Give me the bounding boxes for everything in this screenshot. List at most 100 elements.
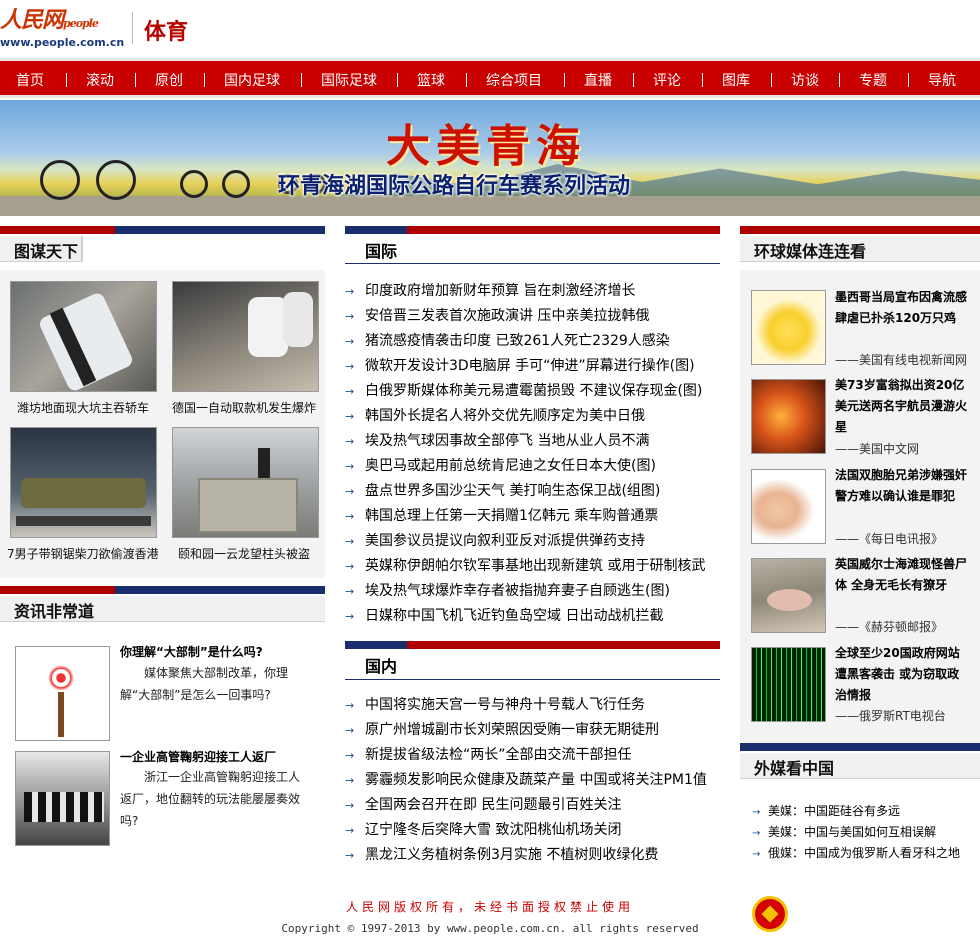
news-link[interactable]: 印度政府增加新财年预算 旨在刺激经济增长	[365, 283, 635, 299]
photo-caption[interactable]: 7男子带钢锯柴刀欲偷渡香港	[7, 545, 159, 562]
news-item[interactable]: → 英媒称伊朗帕尔钦军事基地出现新建筑 或用于研制核武	[345, 554, 705, 579]
news-link[interactable]: 微软开发设计3D电脑屏 手可“伸进”屏幕进行操作(图)	[365, 358, 695, 374]
section-title[interactable]: 体育	[144, 14, 188, 46]
photo-caption[interactable]: 颐和园一云龙望柱头被盗	[178, 545, 310, 562]
news-link[interactable]: 韩国总理上任第一天捐赠1亿韩元 乘车购普通票	[365, 508, 658, 524]
news-link[interactable]: 埃及热气球爆炸幸存者被指抛弃妻子自顾逃生(图)	[365, 583, 670, 599]
news-link[interactable]: 美媒：中国与美国如何互相误解	[768, 825, 936, 839]
photo-atm-explosion[interactable]	[172, 281, 319, 392]
photo-sinkhole[interactable]	[10, 281, 157, 392]
nav-item[interactable]: 国内足球	[224, 70, 280, 90]
media-thumb-hacker[interactable]	[751, 647, 826, 722]
nav-item[interactable]: 国际足球	[321, 70, 377, 90]
media-title[interactable]: 英国威尔士海滩现怪兽尸体 全身无毛长有獠牙	[835, 554, 970, 596]
guoji-heading[interactable]: 国际	[365, 238, 397, 262]
nav-item[interactable]: 综合项目	[486, 70, 542, 90]
news-link[interactable]: 英媒称伊朗帕尔钦军事基地出现新建筑 或用于研制核武	[365, 558, 705, 574]
photo-summer-palace[interactable]	[172, 427, 319, 538]
arrow-bullet-icon: →	[345, 285, 355, 298]
footer-copyright-cn: 人民网版权所有，未经书面授权禁止使用	[345, 900, 634, 914]
news-link[interactable]: 雾霾频发影响民众健康及蔬菜产量 中国或将关注PM1值	[365, 772, 707, 788]
nav-separator	[908, 73, 909, 87]
tumou-heading[interactable]: 图谋天下	[0, 236, 83, 262]
zixun-bowing-image[interactable]	[15, 751, 110, 846]
news-item[interactable]: → 微软开发设计3D电脑屏 手可“伸进”屏幕进行操作(图)	[345, 354, 705, 379]
nav-item[interactable]: 原创	[155, 70, 183, 90]
news-item[interactable]: → 原广州增城副市长刘荣照因受贿一审获无期徒刑	[345, 718, 707, 743]
nav-item[interactable]: 导航	[928, 70, 956, 90]
news-item[interactable]: → 中国将实施天宫一号与神舟十号载人飞行任务	[345, 693, 707, 718]
zixun-heading[interactable]: 资讯非常道	[0, 596, 325, 622]
media-title[interactable]: 墨西哥当局宣布因禽流感肆虐已扑杀120万只鸡	[835, 287, 970, 329]
people-logo[interactable]: 人民网people www.people.com.cn	[0, 8, 128, 50]
nav-item[interactable]: 直播	[584, 70, 612, 90]
news-item[interactable]: → 雾霾频发影响民众健康及蔬菜产量 中国或将关注PM1值	[345, 768, 707, 793]
guonei-heading[interactable]: 国内	[365, 653, 397, 677]
zixun-title[interactable]: 一企业高管鞠躬迎接工人返厂	[120, 748, 276, 765]
nav-item[interactable]: 评论	[653, 70, 681, 90]
news-item[interactable]: → 埃及热气球爆炸幸存者被指抛弃妻子自顾逃生(图)	[345, 579, 705, 604]
news-item[interactable]: → 安倍晋三发表首次施政演讲 压中亲美拉拢韩俄	[345, 304, 705, 329]
news-link[interactable]: 全国两会召开在即 民生问题最引百姓关注	[365, 797, 621, 813]
news-item[interactable]: → 美媒：中国距硅谷有多远	[752, 801, 960, 822]
nav-item[interactable]: 滚动	[86, 70, 114, 90]
news-item[interactable]: → 印度政府增加新财年预算 旨在刺激经济增长	[345, 279, 705, 304]
news-item[interactable]: → 美媒：中国与美国如何互相误解	[752, 822, 960, 843]
news-link[interactable]: 中国将实施天宫一号与神舟十号载人飞行任务	[365, 697, 645, 713]
nav-item[interactable]: 访谈	[791, 70, 819, 90]
news-link[interactable]: 安倍晋三发表首次施政演讲 压中亲美拉拢韩俄	[365, 308, 649, 324]
nav-separator	[839, 73, 840, 87]
news-item[interactable]: → 盘点世界多国沙尘天气 美打响生态保卫战(组图)	[345, 479, 705, 504]
news-item[interactable]: → 韩国外长提名人将外交优先顺序定为美中日俄	[345, 404, 705, 429]
news-item[interactable]: → 韩国总理上任第一天捐赠1亿韩元 乘车购普通票	[345, 504, 705, 529]
header-divider	[132, 12, 133, 44]
news-link[interactable]: 盘点世界多国沙尘天气 美打响生态保卫战(组图)	[365, 483, 660, 499]
news-link[interactable]: 美国参议员提议向叙利亚反对派提供弹药支持	[365, 533, 645, 549]
news-item[interactable]: → 辽宁隆冬后突降大雪 致沈阳桃仙机场关闭	[345, 818, 707, 843]
zixun-title[interactable]: 你理解“大部制”是什么吗?	[120, 643, 263, 660]
nav-item[interactable]: 首页	[16, 70, 44, 90]
media-thumb-beach-creature[interactable]	[751, 558, 826, 633]
police-badge-icon[interactable]	[752, 896, 788, 932]
news-item[interactable]: → 新提拔省级法检“两长”全部由交流干部担任	[345, 743, 707, 768]
media-thumb-chick[interactable]	[751, 290, 826, 365]
news-link[interactable]: 埃及热气球因事故全部停飞 当地从业人员不满	[365, 433, 649, 449]
news-link[interactable]: 俄媒：中国成为俄罗斯人看牙科之地	[768, 846, 960, 860]
news-link[interactable]: 辽宁隆冬后突降大雪 致沈阳桃仙机场关闭	[365, 822, 621, 838]
news-link[interactable]: 美媒：中国距硅谷有多远	[768, 804, 900, 818]
media-thumb-mars[interactable]	[751, 379, 826, 454]
photo-caption[interactable]: 潍坊地面现大坑主吞轿车	[17, 399, 149, 416]
news-item[interactable]: → 日媒称中国飞机飞近钓鱼岛空域 日出动战机拦截	[345, 604, 705, 629]
news-item[interactable]: → 黑龙江义务植树条例3月实施 不植树则收绿化费	[345, 843, 707, 868]
news-link[interactable]: 新提拔省级法检“两长”全部由交流干部担任	[365, 747, 632, 763]
news-link[interactable]: 黑龙江义务植树条例3月实施 不植树则收绿化费	[365, 847, 658, 863]
news-item[interactable]: → 俄媒：中国成为俄罗斯人看牙科之地	[752, 843, 960, 864]
media-title[interactable]: 法国双胞胎兄弟涉嫌强奸 警方难以确认谁是罪犯	[835, 465, 970, 507]
zixun-cartoon-image[interactable]	[15, 646, 110, 741]
news-link[interactable]: 原广州增城副市长刘荣照因受贿一审获无期徒刑	[365, 722, 659, 738]
news-link[interactable]: 白俄罗斯媒体称美元易遭霉菌损毁 不建议保存现金(图)	[365, 383, 702, 399]
news-link[interactable]: 奥巴马或起用前总统肯尼迪之女任日本大使(图)	[365, 458, 656, 474]
media-thumb-twins[interactable]	[751, 469, 826, 544]
news-link[interactable]: 猪流感疫情袭击印度 已致261人死亡2329人感染	[365, 333, 670, 349]
banner-ad[interactable]: 大美青海 环青海湖国际公路自行车赛系列活动	[0, 100, 980, 216]
waimei-heading[interactable]: 外媒看中国	[740, 753, 980, 779]
media-heading[interactable]: 环球媒体连连看	[740, 236, 980, 262]
news-link[interactable]: 韩国外长提名人将外交优先顺序定为美中日俄	[365, 408, 645, 424]
news-item[interactable]: → 白俄罗斯媒体称美元易遭霉菌损毁 不建议保存现金(图)	[345, 379, 705, 404]
news-item[interactable]: → 奥巴马或起用前总统肯尼迪之女任日本大使(图)	[345, 454, 705, 479]
arrow-bullet-icon: →	[345, 360, 355, 373]
nav-item[interactable]: 篮球	[417, 70, 445, 90]
photo-caption[interactable]: 德国一自动取款机发生爆炸	[172, 399, 316, 416]
nav-item[interactable]: 专题	[859, 70, 887, 90]
news-item[interactable]: → 埃及热气球因事故全部停飞 当地从业人员不满	[345, 429, 705, 454]
news-link[interactable]: 日媒称中国飞机飞近钓鱼岛空域 日出动战机拦截	[365, 608, 663, 624]
zixun-summary: 浙江一企业高管鞠躬迎接工人返厂，地位翻转的玩法能屡屡奏效吗?	[120, 770, 301, 828]
photo-smugglers[interactable]	[10, 427, 157, 538]
nav-item[interactable]: 图库	[722, 70, 750, 90]
media-title[interactable]: 全球至少20国政府网站遭黑客袭击 或为窃取政治情报	[835, 643, 970, 706]
media-title[interactable]: 美73岁富翁拟出资20亿美元送两名宇航员漫游火星	[835, 375, 970, 438]
news-item[interactable]: → 全国两会召开在即 民生问题最引百姓关注	[345, 793, 707, 818]
news-item[interactable]: → 美国参议员提议向叙利亚反对派提供弹药支持	[345, 529, 705, 554]
news-item[interactable]: → 猪流感疫情袭击印度 已致261人死亡2329人感染	[345, 329, 705, 354]
